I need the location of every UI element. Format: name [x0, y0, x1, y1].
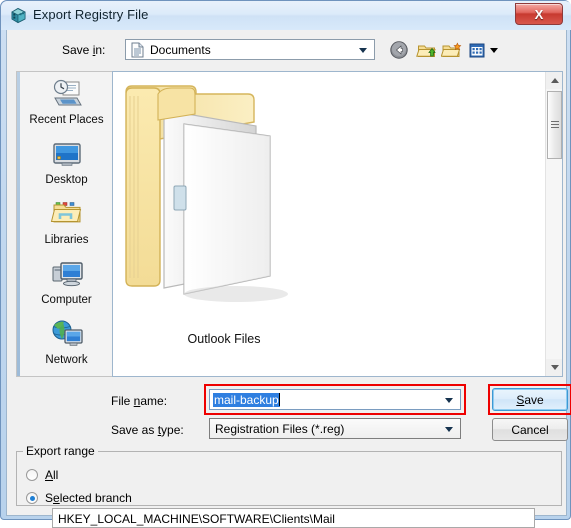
place-recent-places[interactable]: Recent Places	[20, 74, 113, 134]
window-title: Export Registry File	[33, 7, 149, 22]
save-in-row: Save in: Documents	[7, 37, 568, 65]
up-one-level-button[interactable]	[416, 40, 438, 61]
selected-branch-input[interactable]: HKEY_LOCAL_MACHINE\SOFTWARE\Clients\Mail	[52, 508, 535, 528]
list-item-label: Outlook Files	[187, 332, 261, 346]
file-name-value: mail-backup	[213, 393, 280, 407]
chevron-down-icon	[359, 48, 367, 53]
place-network[interactable]: Network	[20, 314, 113, 374]
save-as-type-accel: t	[157, 423, 162, 437]
views-chevron-down-icon[interactable]	[490, 48, 498, 53]
save-as-type-value: Registration Files (*.reg)	[215, 422, 345, 436]
place-label: Desktop	[45, 174, 88, 186]
close-button[interactable]: X	[515, 3, 563, 25]
chevron-down-icon	[445, 427, 453, 432]
save-button-label: Save	[516, 392, 544, 407]
title-bar: Export Registry File X	[1, 1, 571, 30]
file-name-accel: n	[133, 394, 141, 408]
place-label: Libraries	[44, 234, 89, 246]
libraries-icon	[20, 194, 113, 233]
save-in-combobox[interactable]: Documents	[125, 39, 375, 60]
radio-indicator	[26, 492, 38, 504]
vertical-scrollbar[interactable]	[545, 72, 562, 376]
save-in-value: Documents	[150, 43, 211, 57]
export-range-label: Export range	[23, 444, 98, 458]
chevron-down-icon[interactable]	[445, 398, 453, 403]
save-button[interactable]: Save	[492, 388, 568, 411]
list-item[interactable]: Outlook Files	[119, 80, 329, 360]
place-desktop[interactable]: Desktop	[20, 134, 113, 194]
close-icon: X	[534, 6, 544, 22]
save-as-type-combobox[interactable]: Registration Files (*.reg)	[209, 418, 461, 439]
save-in-accel: i	[92, 43, 96, 57]
radio-label: Selected branch	[45, 491, 132, 505]
selected-branch-value: HKEY_LOCAL_MACHINE\SOFTWARE\Clients\Mail	[58, 512, 335, 526]
cancel-button[interactable]: Cancel	[492, 418, 568, 441]
network-icon	[20, 314, 113, 353]
radio-export-range-all[interactable]: All	[26, 468, 58, 482]
documents-icon	[130, 42, 145, 58]
back-button[interactable]	[388, 40, 410, 61]
place-computer[interactable]: Computer	[20, 254, 113, 314]
recent-places-icon	[20, 74, 113, 113]
export-registry-file-dialog: Export Registry File X Save in: Document…	[0, 0, 571, 528]
place-label: Recent Places	[29, 114, 104, 126]
file-name-label: File name:	[111, 394, 168, 408]
file-list-view[interactable]: Outlook Files	[112, 71, 563, 377]
folder-open-icon	[125, 85, 288, 302]
registry-editor-icon	[10, 7, 27, 24]
place-label: Computer	[41, 294, 92, 306]
place-label: Network	[45, 354, 88, 366]
cancel-button-label: Cancel	[511, 422, 549, 437]
text-caret	[279, 393, 280, 406]
radio-indicator	[26, 469, 38, 481]
scroll-down-icon[interactable]	[546, 359, 562, 376]
new-folder-button[interactable]	[440, 40, 463, 61]
radio-label: All	[45, 468, 59, 482]
desktop-icon	[20, 134, 113, 173]
place-libraries[interactable]: Libraries	[20, 194, 113, 254]
file-name-input[interactable]: mail-backup	[209, 389, 461, 410]
views-button[interactable]	[466, 40, 488, 61]
radio-export-range-selected-branch[interactable]: Selected branch	[26, 491, 132, 505]
places-bar: Recent Places Desktop Libraries Computer…	[16, 71, 112, 377]
dialog-client-area: Save in: Documents Recent Places Desktop…	[6, 30, 571, 528]
scroll-up-icon[interactable]	[546, 72, 562, 89]
scrollbar-thumb[interactable]	[547, 91, 562, 159]
computer-icon	[20, 254, 113, 293]
save-in-label: Save in:	[62, 43, 106, 57]
save-as-type-label: Save as type:	[111, 423, 184, 437]
